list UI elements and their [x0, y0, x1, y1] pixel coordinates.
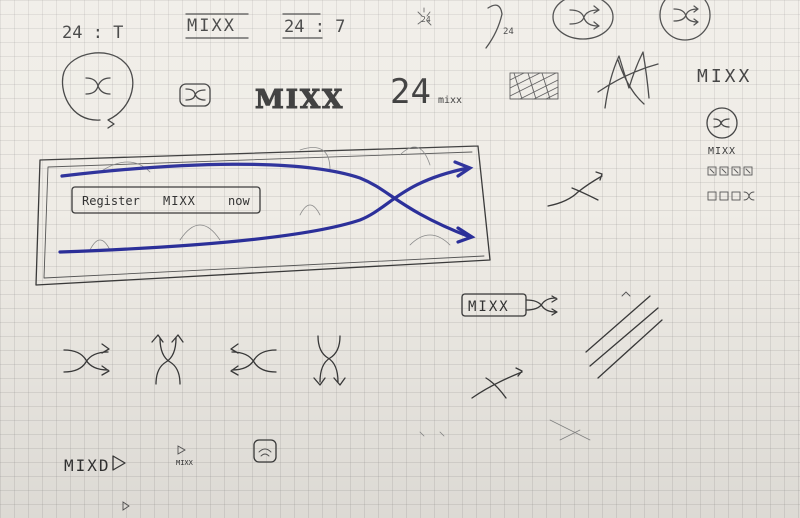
shuffle-sketch-right — [547, 171, 603, 207]
circled-shuffle-icon-small — [659, 0, 711, 41]
text-24-large: 24 — [390, 72, 431, 112]
svg-text:Register: Register — [82, 194, 140, 208]
graph-paper-sheet: 24 : T MIXX 24 : 7 24 24 MIXX 24 mixx MI… — [0, 0, 800, 518]
text-mixx-small: mixx — [438, 95, 462, 106]
tiny-play-triangle — [177, 445, 186, 455]
circled-shuffle-icon — [552, 0, 614, 40]
text-24-t: 24 : T — [62, 23, 123, 43]
svg-text:MIXX: MIXX — [163, 194, 196, 208]
svg-text:MIXX: MIXX — [187, 16, 236, 36]
mixx-boxed-arrow-logo: MIXX — [461, 293, 558, 317]
sketch-canvas: 24 : T MIXX 24 : 7 24 24 MIXX 24 mixx MI… — [35, 0, 755, 511]
play-triangle-after-mixd — [112, 455, 126, 471]
circled-shuffle-icon-medium — [706, 107, 738, 139]
text-24-7-underlined: 24 : 7 — [282, 13, 345, 39]
blue-arrow-upper-path — [58, 166, 470, 254]
svg-text:MIXX: MIXX — [255, 85, 344, 115]
caret-mark — [621, 291, 631, 297]
mixx-under-icon-text: MIXX — [708, 146, 736, 157]
scribbled-block — [509, 72, 559, 100]
svg-text:24: 24 — [421, 15, 431, 24]
large-circled-shuffle-icon — [61, 52, 134, 129]
diagonal-lines — [585, 295, 663, 379]
svg-text:MIXX: MIXX — [468, 299, 510, 315]
boxed-wave-icon — [253, 439, 277, 463]
mixx-script-wordmark: MIXX — [697, 66, 752, 87]
shuffle-icon-up — [151, 334, 184, 385]
mixx-tiny-text: MIXX — [176, 459, 194, 467]
mixx-underlined-logo: MIXX — [185, 13, 249, 39]
shuffle-icon-down — [313, 335, 346, 386]
svg-text:24 : 7: 24 : 7 — [284, 17, 345, 37]
svg-text:now: now — [228, 194, 250, 208]
star-24-mark: 24 — [417, 7, 432, 26]
mixd-wordmark: MIXD — [64, 456, 111, 475]
mini-boxed-glyphs-row-1 — [707, 166, 753, 176]
slash-24-mark: 24 — [485, 4, 514, 49]
stylized-mm-sketch — [597, 51, 659, 109]
mini-boxed-glyphs-row-2 — [707, 191, 755, 201]
small-play-triangle-bottom — [122, 501, 130, 511]
diagonal-arrow-sketch — [471, 367, 523, 399]
faint-marks — [419, 419, 591, 441]
register-banner-sketch: Register MIXX now — [35, 145, 491, 286]
boxed-shuffle-icon — [179, 83, 211, 107]
mixx-outline-wordmark: MIXX — [254, 84, 344, 115]
shuffle-icon-left — [230, 343, 277, 376]
svg-text:24: 24 — [503, 27, 514, 37]
shuffle-icon-right — [63, 343, 110, 376]
